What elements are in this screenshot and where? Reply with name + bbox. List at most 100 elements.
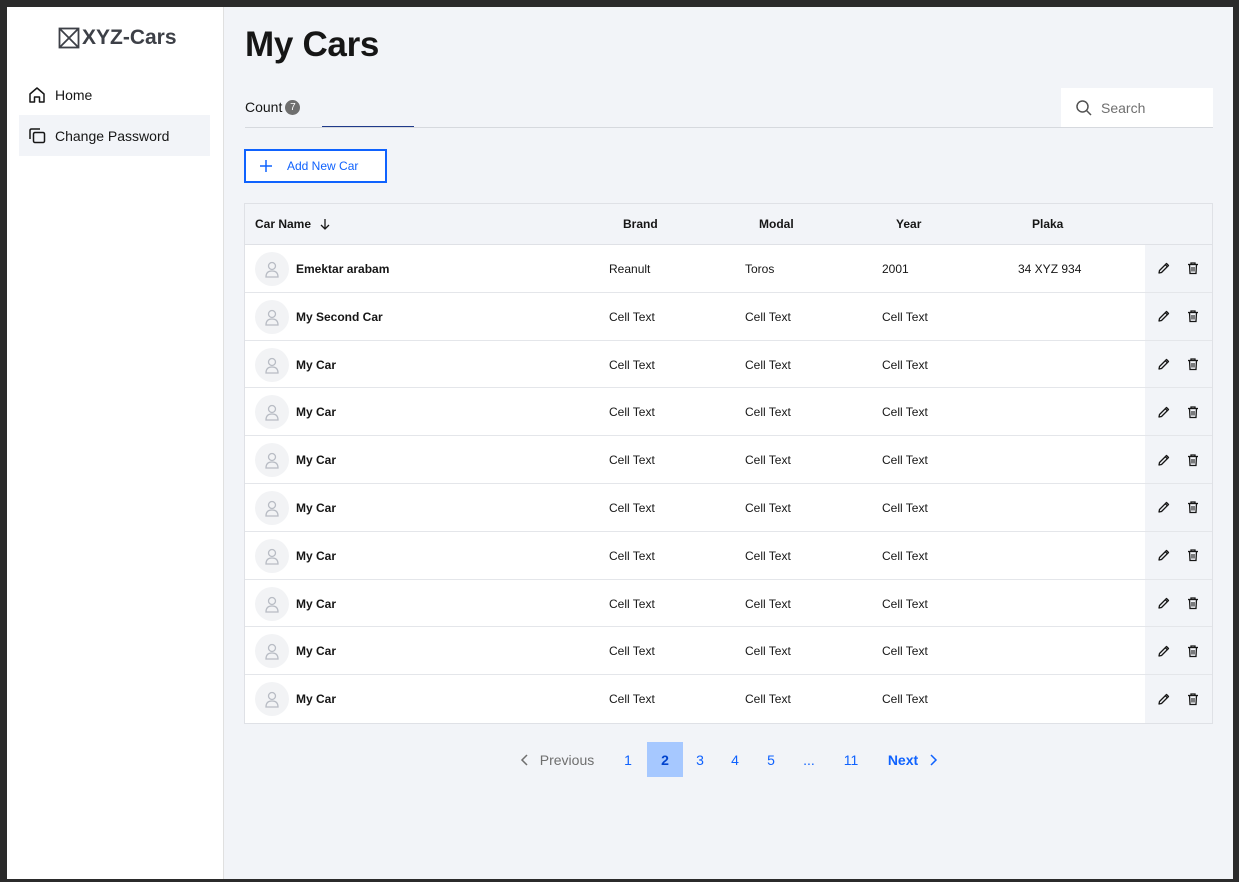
sidebar-item-label: Change Password	[55, 127, 170, 144]
model-cell: Cell Text	[745, 500, 791, 515]
plate-cell: 34 XYZ 934	[1018, 262, 1082, 276]
car-name-cell: My Second Car	[296, 309, 383, 324]
table-row: My Car Cell Text Cell Text Cell Text	[245, 531, 1212, 580]
edit-icon[interactable]	[1157, 500, 1171, 514]
car-name-cell: Emektar arabam	[296, 262, 390, 276]
model-cell: Cell Text	[745, 309, 791, 324]
brand-cell: Cell Text	[609, 644, 655, 659]
previous-label: Previous	[539, 751, 595, 768]
previous-page-button[interactable]: Previous	[517, 742, 597, 777]
edit-icon[interactable]	[1157, 596, 1171, 610]
trash-icon[interactable]	[1186, 692, 1200, 706]
sidebar-item-change-password[interactable]: Change Password	[19, 115, 210, 156]
app-window: XYZ-Cars Home Change Password My Cars Co…	[7, 7, 1233, 879]
car-name-cell: My Car	[296, 405, 337, 420]
trash-icon[interactable]	[1186, 261, 1200, 275]
page-3[interactable]: 3	[684, 742, 716, 777]
car-name-cell: My Car	[296, 453, 337, 468]
count-badge: 7	[285, 99, 301, 115]
year-cell: Cell Text	[882, 596, 928, 611]
sidebar-item-home[interactable]: Home	[19, 74, 210, 115]
car-name-cell: My Car	[296, 500, 337, 515]
search-input[interactable]: Search	[1061, 88, 1213, 128]
brand-cell: Reanult	[609, 262, 651, 276]
trash-icon[interactable]	[1186, 596, 1200, 610]
user-icon	[264, 499, 280, 517]
year-cell: 2001	[882, 262, 909, 276]
brand-cell: Cell Text	[609, 692, 655, 707]
trash-icon[interactable]	[1186, 500, 1200, 514]
brand-cell: Cell Text	[609, 596, 655, 611]
edit-icon[interactable]	[1157, 453, 1171, 467]
brand-cell: Cell Text	[609, 548, 655, 563]
model-cell: Cell Text	[745, 548, 791, 563]
trash-icon[interactable]	[1186, 548, 1200, 562]
header-plate: Plaka	[1032, 217, 1064, 231]
page-ellipsis[interactable]: ...	[793, 742, 825, 777]
home-icon	[29, 86, 45, 103]
brand-cell: Cell Text	[609, 500, 655, 515]
row-actions	[1145, 579, 1212, 627]
model-cell: Cell Text	[745, 357, 791, 372]
add-new-car-button[interactable]: Add New Car	[244, 149, 387, 183]
year-cell: Cell Text	[882, 453, 928, 468]
model-cell: Cell Text	[745, 405, 791, 420]
edit-icon[interactable]	[1157, 309, 1171, 323]
year-cell: Cell Text	[882, 357, 928, 372]
year-cell: Cell Text	[882, 405, 928, 420]
avatar	[255, 443, 289, 478]
edit-icon[interactable]	[1157, 644, 1171, 658]
edit-icon[interactable]	[1157, 357, 1171, 371]
user-icon	[264, 451, 280, 469]
trash-icon[interactable]	[1186, 309, 1200, 323]
plus-icon	[260, 160, 272, 172]
page-5[interactable]: 5	[755, 742, 787, 777]
row-actions	[1145, 388, 1212, 436]
car-name-cell: My Car	[296, 548, 337, 563]
edit-icon[interactable]	[1157, 405, 1171, 419]
year-cell: Cell Text	[882, 500, 928, 515]
add-new-car-label: Add New Car	[287, 159, 359, 173]
header-brand: Brand	[623, 217, 658, 231]
pagination: Previous 1 2 3 4 5 ... 11 Next	[7, 742, 1233, 777]
page-11[interactable]: 11	[835, 742, 867, 777]
brand-cell: Cell Text	[609, 309, 655, 324]
logo: XYZ-Cars	[58, 26, 177, 50]
table-row: My Car Cell Text Cell Text Cell Text	[245, 579, 1212, 628]
table-header: Car Name Brand Modal Year Plaka	[245, 204, 1212, 245]
car-name-cell: My Car	[296, 644, 337, 659]
next-page-button[interactable]: Next	[883, 742, 943, 777]
table-row: My Car Cell Text Cell Text Cell Text	[245, 388, 1212, 437]
edit-icon[interactable]	[1157, 692, 1171, 706]
header-model: Modal	[759, 217, 794, 231]
model-cell: Cell Text	[745, 453, 791, 468]
search-icon	[1076, 99, 1092, 116]
header-car-name[interactable]: Car Name	[255, 217, 331, 231]
user-icon	[264, 595, 280, 613]
avatar	[255, 347, 289, 382]
brand-cell: Cell Text	[609, 357, 655, 372]
trash-icon[interactable]	[1186, 644, 1200, 658]
chevron-right-icon	[930, 753, 938, 766]
avatar	[255, 490, 289, 525]
tab-count[interactable]: Count 7	[245, 99, 301, 115]
avatar	[255, 634, 289, 669]
table-row: My Car Cell Text Cell Text Cell Text	[245, 675, 1212, 723]
page-1[interactable]: 1	[612, 742, 644, 777]
header-car-name-label: Car Name	[255, 217, 312, 231]
row-actions	[1145, 340, 1212, 388]
edit-icon[interactable]	[1157, 548, 1171, 562]
page-2-current[interactable]: 2	[647, 742, 683, 777]
car-name-cell: My Car	[296, 596, 337, 611]
trash-icon[interactable]	[1186, 453, 1200, 467]
page-4[interactable]: 4	[719, 742, 751, 777]
model-cell: Cell Text	[745, 596, 791, 611]
brand-cell: Cell Text	[609, 405, 655, 420]
edit-icon[interactable]	[1157, 261, 1171, 275]
trash-icon[interactable]	[1186, 357, 1200, 371]
model-cell: Cell Text	[745, 644, 791, 659]
user-icon	[264, 260, 280, 278]
trash-icon[interactable]	[1186, 405, 1200, 419]
copy-icon	[29, 127, 46, 143]
row-actions	[1145, 436, 1212, 483]
